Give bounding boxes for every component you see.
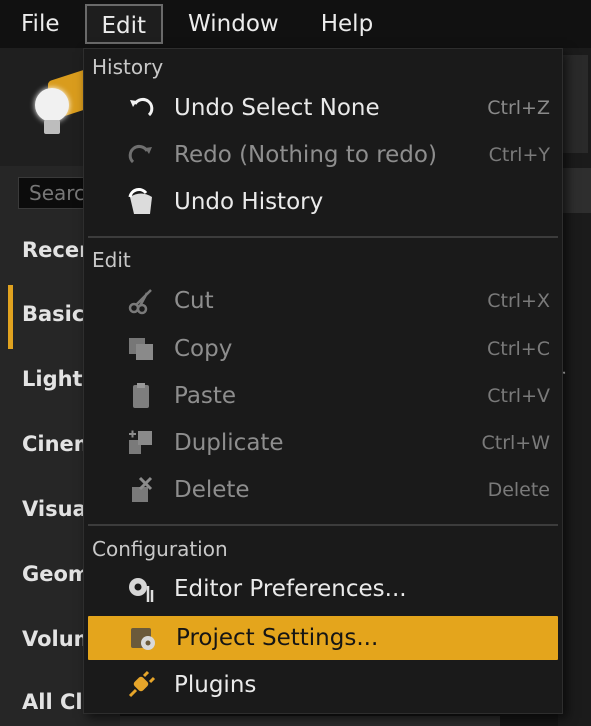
menu-item-redo[interactable]: Redo (Nothing to redo) Ctrl+Y	[86, 133, 560, 177]
menu-item-plugins[interactable]: Plugins	[86, 663, 560, 707]
redo-icon	[126, 141, 156, 169]
section-header-history: History	[92, 55, 164, 79]
menu-item-duplicate[interactable]: Duplicate Ctrl+W	[86, 421, 560, 465]
menu-item-shortcut: Ctrl+X	[487, 290, 550, 312]
menu-item-label: Duplicate	[174, 430, 284, 456]
menu-item-undo-history[interactable]: Undo History	[86, 180, 560, 224]
menu-item-label: Redo (Nothing to redo)	[174, 142, 437, 168]
menu-item-copy[interactable]: Copy Ctrl+C	[86, 327, 560, 371]
light-bulb-icon	[35, 88, 69, 122]
menu-item-label: Paste	[174, 383, 237, 409]
menu-edit[interactable]: Edit	[84, 4, 164, 44]
menu-item-label: Plugins	[174, 672, 257, 698]
project-settings-icon	[128, 624, 158, 652]
menu-item-shortcut: Ctrl+Y	[488, 144, 550, 166]
menu-item-delete[interactable]: Delete Delete	[86, 468, 560, 512]
menu-item-label: Delete	[174, 477, 250, 503]
scissors-icon	[126, 287, 156, 315]
section-header-edit: Edit	[92, 248, 131, 272]
menu-item-editor-preferences[interactable]: Editor Preferences...	[86, 567, 560, 611]
menu-item-label: Copy	[174, 336, 233, 362]
category-selected-indicator	[8, 285, 13, 349]
duplicate-icon	[126, 429, 156, 457]
menu-item-paste[interactable]: Paste Ctrl+V	[86, 374, 560, 418]
divider	[88, 236, 558, 238]
viewport-toolbar	[560, 55, 588, 153]
viewport-strip	[560, 168, 591, 213]
undo-icon	[126, 94, 156, 122]
menu-help[interactable]: Help	[300, 4, 394, 44]
undo-history-icon	[126, 188, 156, 216]
menu-bar: File Edit Window Help	[0, 0, 591, 48]
menu-item-project-settings[interactable]: Project Settings...	[88, 616, 558, 660]
menu-item-label: Project Settings...	[176, 625, 379, 651]
bottom-bar	[120, 716, 500, 726]
menu-item-shortcut: Ctrl+Z	[487, 97, 550, 119]
menu-file[interactable]: File	[0, 4, 81, 44]
section-header-configuration: Configuration	[92, 537, 228, 561]
editor-preferences-icon	[126, 575, 156, 603]
delete-icon	[126, 476, 156, 504]
menu-item-shortcut: Ctrl+V	[487, 385, 550, 407]
menu-item-cut[interactable]: Cut Ctrl+X	[86, 279, 560, 323]
menu-item-label: Undo Select None	[174, 95, 380, 121]
menu-item-undo[interactable]: Undo Select None Ctrl+Z	[86, 86, 560, 130]
menu-item-label: Cut	[174, 288, 214, 314]
copy-icon	[126, 335, 156, 363]
edit-menu-dropdown: History Undo Select None Ctrl+Z Redo (No…	[83, 48, 563, 714]
menu-item-shortcut: Ctrl+W	[481, 432, 550, 454]
menu-item-shortcut: Delete	[487, 479, 550, 501]
menu-window[interactable]: Window	[167, 4, 300, 44]
menu-item-label: Undo History	[174, 189, 324, 215]
paste-icon	[126, 382, 156, 410]
light-bulb-base-icon	[44, 120, 60, 134]
menu-item-shortcut: Ctrl+C	[487, 338, 550, 360]
plugins-icon	[126, 670, 156, 699]
menu-item-label: Editor Preferences...	[174, 576, 407, 602]
divider	[88, 524, 558, 526]
